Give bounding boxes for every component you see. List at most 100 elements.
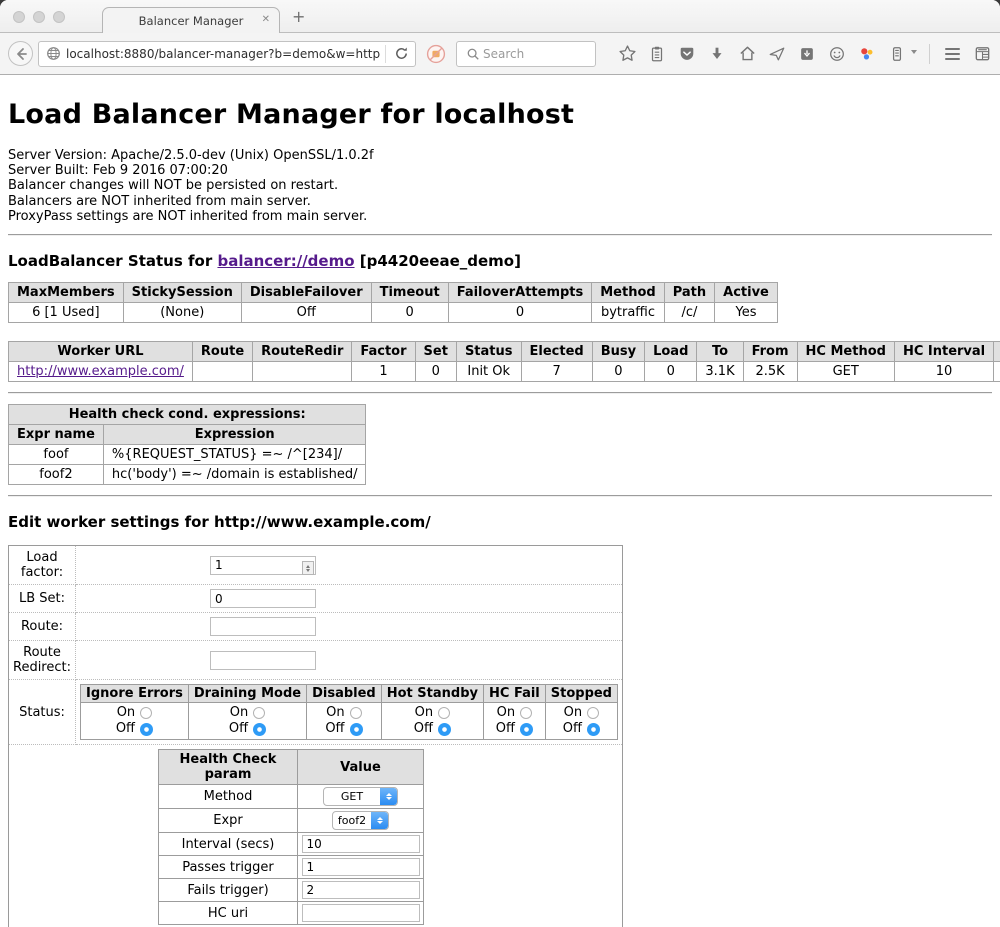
feedback-smiley-icon[interactable]	[827, 44, 847, 64]
reload-icon[interactable]	[391, 44, 411, 64]
header-cell: Draining Mode	[188, 685, 306, 703]
select-arrows-icon	[380, 788, 397, 805]
search-input[interactable]	[483, 47, 583, 61]
header-cell: Factor	[352, 342, 415, 362]
url-text[interactable]: localhost:8880/balancer-manager?b=demo&w…	[66, 47, 380, 61]
ignore-errors-off-radio[interactable]	[140, 723, 153, 736]
status-cell: Ignore Errors Draining Mode Disabled Hot…	[76, 680, 623, 745]
hc-fail-off-radio[interactable]	[520, 723, 533, 736]
header-cell: Disabled	[307, 685, 382, 703]
expr-value-cell: %{REQUEST_STATUS} =~ /^[234]/	[103, 445, 366, 465]
route-label: Route:	[9, 613, 76, 641]
route-redirect-input[interactable]	[210, 651, 316, 670]
hc-interval-input[interactable]	[302, 835, 420, 853]
form-row-status: Status: Ignore Errors Draining Mode Disa…	[9, 680, 623, 745]
disabled-off-radio[interactable]	[350, 723, 363, 736]
colorful-extension-icon[interactable]	[857, 44, 877, 64]
hc-method-label: Method	[159, 785, 298, 809]
pocket-icon[interactable]	[677, 44, 697, 64]
worker-url-cell: http://www.example.com/	[9, 362, 193, 382]
table-cell: 0	[415, 362, 456, 382]
on-label: On	[564, 705, 582, 721]
header-cell: Passes	[994, 342, 1000, 362]
balancer-demo-link[interactable]: balancer://demo	[217, 252, 354, 270]
radio-row: On Off On Off On Off	[81, 703, 618, 740]
route-redirect-cell	[76, 641, 623, 680]
form-row: Route Redirect:	[9, 641, 623, 680]
header-cell: Route	[192, 342, 252, 362]
hot-standby-radios: On Off	[381, 703, 483, 740]
worker-url-link[interactable]: http://www.example.com/	[17, 364, 184, 379]
ignore-errors-on-radio[interactable]	[140, 707, 152, 719]
edit-worker-form: Load factor: LB Set: Route:	[8, 545, 623, 927]
hc-passes-input[interactable]	[302, 858, 420, 876]
draining-mode-off-radio[interactable]	[253, 723, 266, 736]
search-icon	[463, 44, 483, 64]
hc-fails-label: Fails trigger)	[159, 879, 298, 902]
home-icon[interactable]	[737, 44, 757, 64]
reading-list-icon[interactable]	[647, 44, 667, 64]
hot-standby-on-radio[interactable]	[438, 707, 450, 719]
hc-method-cell: GET	[298, 785, 424, 809]
browser-window: Balancer Manager ✕ + localhost:8880/bala…	[0, 0, 1000, 927]
table-cell: 7	[521, 362, 592, 382]
hc-fails-input[interactable]	[302, 881, 420, 899]
expr-value-cell: hc('body') =~ /domain is established/	[103, 465, 366, 485]
save-page-icon[interactable]	[797, 44, 817, 64]
stopped-on-radio[interactable]	[587, 707, 599, 719]
hc-uri-label: HC uri	[159, 902, 298, 925]
status-label: Status:	[9, 680, 76, 745]
header-cell: Set	[415, 342, 456, 362]
expr-table-caption: Health check cond. expressions:	[9, 405, 366, 425]
container-battery-icon[interactable]	[887, 44, 907, 64]
new-tab-button[interactable]: +	[292, 9, 305, 25]
hc-fail-on-radio[interactable]	[520, 707, 532, 719]
header-cell: Status	[456, 342, 521, 362]
minimize-window-button[interactable]	[33, 11, 45, 23]
bookmark-star-icon[interactable]	[617, 44, 637, 64]
hc-method-select[interactable]: GET	[323, 787, 398, 806]
send-plane-icon[interactable]	[767, 44, 787, 64]
tab-close-icon[interactable]: ✕	[262, 14, 270, 25]
table-cell: 0	[448, 303, 592, 323]
health-check-param-table: Health Check param Value Method GET Expr	[158, 749, 424, 925]
close-window-button[interactable]	[13, 11, 25, 23]
browser-tab[interactable]: Balancer Manager ✕	[102, 7, 280, 33]
downloads-icon[interactable]	[707, 44, 727, 64]
select-arrows-icon	[371, 812, 388, 829]
form-row: LB Set:	[9, 585, 623, 613]
page-title: Load Balancer Manager for localhost	[8, 75, 992, 130]
route-input[interactable]	[210, 617, 316, 636]
tiles-newspaper-icon[interactable]	[972, 44, 992, 64]
url-bar[interactable]: localhost:8880/balancer-manager?b=demo&w…	[38, 41, 416, 67]
plugin-blocked-icon[interactable]	[426, 44, 446, 64]
zoom-window-button[interactable]	[53, 11, 65, 23]
table-cell: bytraffic	[592, 303, 664, 323]
draining-mode-on-radio[interactable]	[253, 707, 265, 719]
toolbar-icons	[608, 44, 992, 64]
window-controls	[13, 11, 65, 23]
hc-passes-cell	[298, 856, 424, 879]
table-cell: 0	[592, 362, 644, 382]
off-label: Off	[563, 721, 582, 737]
stopped-off-radio[interactable]	[587, 723, 600, 736]
hc-expr-select[interactable]: foof2	[332, 811, 389, 830]
search-box[interactable]	[456, 41, 596, 67]
table-header-row: Health Check param Value	[159, 750, 424, 785]
worker-status-table: Worker URL Route RouteRedir Factor Set S…	[8, 341, 1000, 382]
table-cell: 0	[371, 303, 448, 323]
disabled-on-radio[interactable]	[350, 707, 362, 719]
load-factor-input[interactable]	[210, 556, 316, 575]
menu-hamburger-icon[interactable]	[942, 44, 962, 64]
expr-name-cell: foof2	[9, 465, 104, 485]
back-button[interactable]	[8, 41, 33, 66]
lb-set-input[interactable]	[210, 589, 316, 608]
header-cell: Expr name	[9, 425, 104, 445]
hot-standby-off-radio[interactable]	[438, 723, 451, 736]
table-header-row: MaxMembers StickySession DisableFailover…	[9, 283, 778, 303]
header-cell: Busy	[592, 342, 644, 362]
number-stepper-icon[interactable]	[302, 561, 314, 575]
chevron-down-icon[interactable]	[911, 50, 917, 57]
header-cell: FailoverAttempts	[448, 283, 592, 303]
hc-uri-input[interactable]	[302, 904, 420, 922]
